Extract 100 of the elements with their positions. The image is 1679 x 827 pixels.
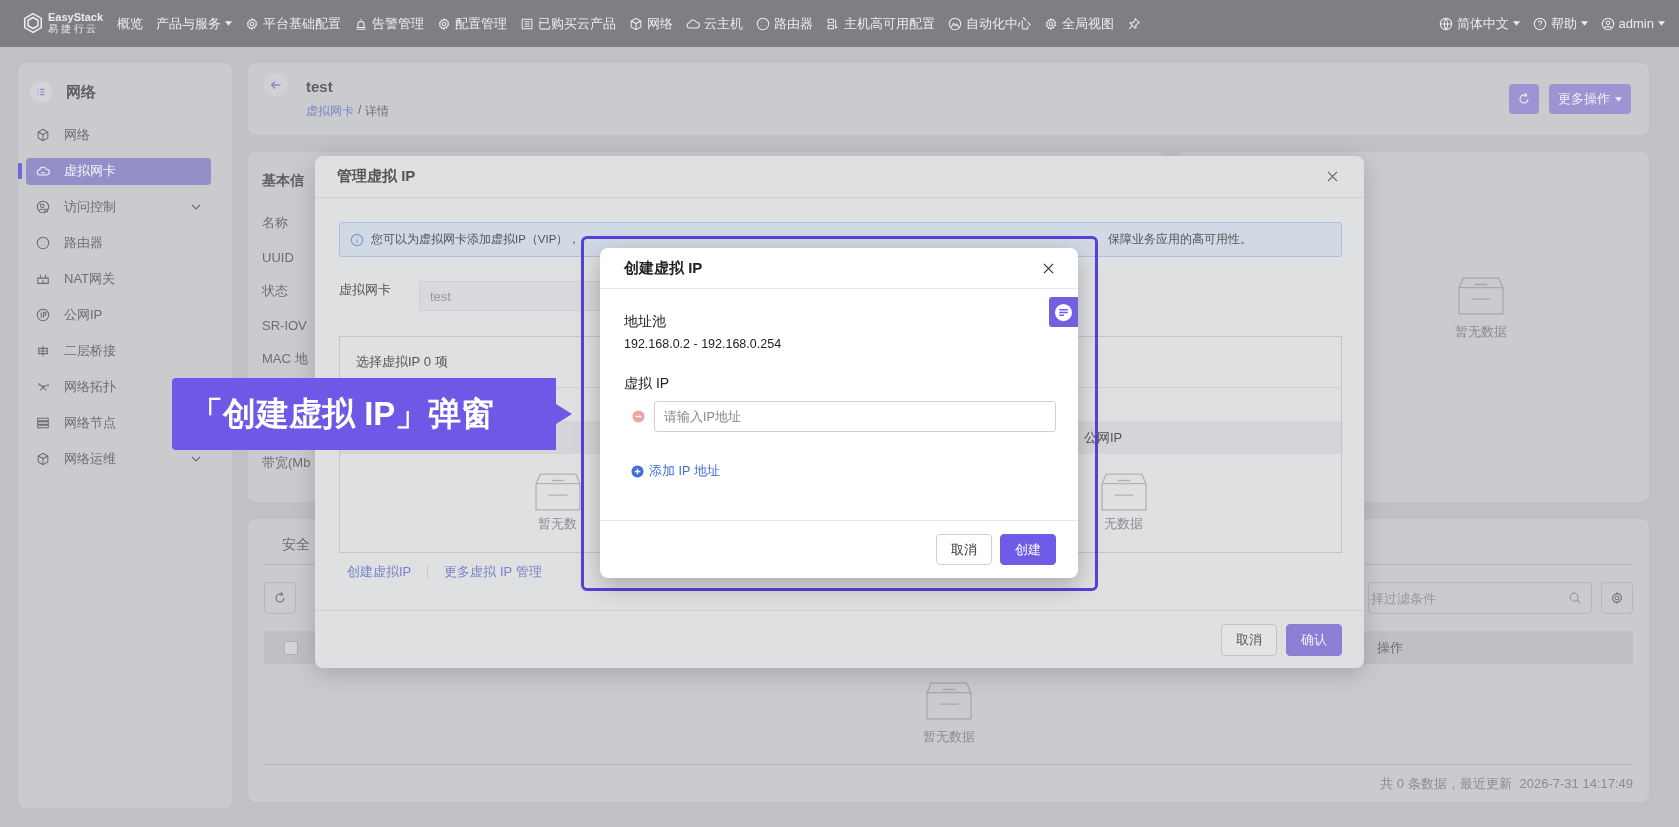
remove-button[interactable] [631, 409, 645, 424]
nav-item[interactable]: 云主机 [686, 14, 744, 33]
nav-item[interactable]: 产品与服务 [156, 14, 233, 33]
caret-icon [1512, 21, 1520, 26]
empty-text: 暂无数据 [1455, 323, 1507, 341]
ip-badge-icon [36, 308, 50, 322]
nav-item[interactable]: 告警管理 [354, 14, 425, 33]
sidebar-item[interactable]: 网络 [26, 121, 211, 149]
callout-tooltip: 「创建虚拟 IP」弹窗 [172, 378, 572, 450]
chevron-icon [191, 456, 201, 462]
info-text: 您可以为虚拟网卡添加虚拟IP（VIP）， [371, 232, 581, 247]
settings-button[interactable] [1601, 582, 1633, 614]
topology-icon [36, 380, 50, 394]
field-label: 虚拟 IP [624, 375, 670, 393]
nav-item[interactable]: 网络 [629, 14, 674, 33]
gear-icon [1044, 16, 1059, 31]
lines-icon [1054, 302, 1073, 322]
sidebar-title: 网络 [66, 82, 96, 102]
gateway-icon [36, 272, 50, 286]
create-button[interactable]: 创建 [1000, 534, 1056, 565]
nav-item[interactable]: 配置管理 [437, 14, 508, 33]
cancel-button[interactable]: 取消 [1221, 623, 1277, 656]
logo-icon [22, 12, 44, 35]
action-link[interactable]: 更多虚拟 IP 管理 [444, 563, 542, 581]
user-icon [1600, 16, 1615, 31]
cube-icon [629, 16, 644, 31]
nav-item[interactable]: 全局视图 [1044, 14, 1115, 33]
nav-item[interactable]: 主机高可用配置 [826, 14, 936, 33]
checkbox[interactable] [284, 640, 298, 655]
caret-icon [1658, 21, 1665, 26]
user-menu-item[interactable]: admin [1600, 16, 1665, 31]
field-label: 名称 [262, 214, 288, 232]
caret-icon [1580, 21, 1588, 26]
caret-icon [1615, 96, 1622, 102]
breadcrumb-separator: / [358, 103, 362, 119]
sidebar-item[interactable]: 访问控制 [26, 193, 211, 221]
info-text: 保障业务应用的高可用性。 [1108, 232, 1252, 247]
update-time: 2026-7-31 14:17:49 [1519, 776, 1633, 791]
user-lock-icon [36, 200, 50, 214]
menu-button[interactable] [30, 81, 52, 103]
selection-count: 选择虚拟IP 0 项 [356, 353, 448, 371]
sidebar-item[interactable]: 虚拟网卡 [26, 157, 211, 185]
field-label: 带宽(Mb [262, 454, 311, 472]
list-icon [520, 16, 535, 31]
gear-icon [245, 16, 260, 31]
user-menu-item[interactable]: 简体中文 [1438, 14, 1520, 33]
refresh-button[interactable] [264, 582, 296, 614]
empty-text: 暂无数据 [922, 728, 975, 746]
action-link[interactable]: 创建虚拟IP [347, 563, 412, 581]
field-label: SR-IOV [262, 316, 307, 335]
router-icon [756, 16, 771, 31]
pin-icon[interactable] [1127, 16, 1142, 31]
empty-box-icon [925, 682, 972, 720]
sidebar-item[interactable]: 二层桥接 [26, 337, 211, 365]
search-icon [1568, 591, 1582, 605]
back-button[interactable] [264, 73, 288, 97]
refresh-icon [1517, 92, 1531, 106]
record-count: 共 0 条数据，最近更新 [1380, 774, 1512, 793]
breadcrumb-link[interactable]: 虚拟网卡 [306, 103, 354, 120]
column-header: 操作 [1377, 638, 1404, 657]
field-label: 地址池 [624, 313, 666, 331]
sidebar-item[interactable]: 公网IP [26, 301, 211, 329]
settings-icon [1610, 591, 1624, 605]
breadcrumb-current: 详情 [365, 103, 390, 120]
field-label: MAC 地 [262, 350, 308, 368]
refresh-button[interactable] [1509, 84, 1539, 114]
close-icon [1326, 171, 1338, 182]
more-actions-button[interactable]: 更多操作 [1549, 84, 1631, 114]
confirm-button[interactable]: 确认 [1286, 623, 1342, 656]
info-icon [350, 232, 364, 247]
empty-text: 暂无数 [538, 515, 577, 533]
logo-name: EasyStack [48, 12, 104, 24]
empty-text: 无数据 [1104, 515, 1143, 533]
gear-icon [437, 16, 452, 31]
minus-icon [631, 409, 645, 423]
nav-item[interactable]: 自动化中心 [948, 14, 1032, 33]
add-ip-link[interactable]: 添加 IP 地址 [631, 463, 720, 480]
cube-icon [36, 128, 50, 142]
ip-address-field[interactable]: 请输入IP地址 [654, 401, 1056, 432]
nav-item[interactable]: 路由器 [756, 14, 814, 33]
dialog-title: 创建虚拟 IP [624, 258, 704, 278]
nav-item[interactable]: 概览 [117, 14, 144, 33]
refresh-icon [273, 591, 287, 605]
empty-box-icon [1100, 473, 1147, 511]
user-menu-item[interactable]: 帮助 [1532, 14, 1588, 33]
globe-icon [1438, 16, 1453, 31]
sidebar-item[interactable]: NAT网关 [26, 265, 211, 293]
chevron-icon [191, 204, 201, 210]
nav-item[interactable]: 平台基础配置 [245, 14, 342, 33]
caret-icon [225, 21, 233, 26]
cancel-button[interactable]: 取消 [936, 534, 992, 565]
logo-tagline: 易 捷 行 云 [48, 24, 98, 35]
nav-item[interactable]: 已购买云产品 [520, 14, 617, 33]
notes-button[interactable] [1049, 297, 1078, 327]
back-arrow-icon [269, 78, 283, 92]
sidebar-item[interactable]: 路由器 [26, 229, 211, 257]
bridge-icon [36, 344, 50, 358]
cloud-icon [686, 16, 701, 31]
column-header: 公网IP [1084, 428, 1123, 447]
dialog-title: 管理虚拟 IP [337, 167, 417, 186]
